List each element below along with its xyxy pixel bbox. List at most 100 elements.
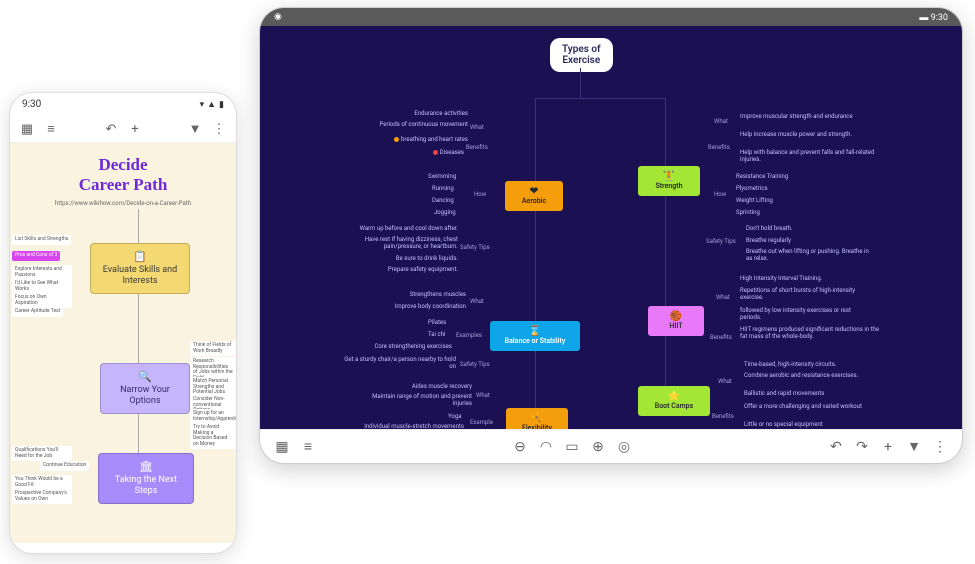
leaf[interactable]: Strengthens muscles bbox=[390, 292, 466, 299]
document-icon: 📋 bbox=[99, 250, 181, 263]
leaf[interactable]: Swimming bbox=[428, 174, 456, 181]
leaf[interactable]: Don't hold breath. bbox=[746, 226, 793, 233]
leaf[interactable]: Ballistic and rapid movements bbox=[744, 391, 824, 398]
grid-view-icon[interactable]: ▦ bbox=[274, 439, 290, 455]
leaf[interactable]: Be sure to drink liquids. bbox=[378, 256, 458, 263]
note[interactable]: You Think Would be a Good Fit bbox=[12, 475, 72, 490]
leaf[interactable]: Core strengthening exercises bbox=[370, 344, 452, 351]
add-icon[interactable]: + bbox=[128, 122, 142, 136]
leaf[interactable]: Maintain range of motion and prevent inj… bbox=[356, 394, 472, 408]
leaf[interactable]: Aides muscle recovery bbox=[392, 384, 472, 391]
leaf[interactable]: Diseases bbox=[416, 150, 464, 157]
list-view-icon[interactable]: ≡ bbox=[300, 439, 316, 455]
leaf[interactable]: Get a sturdy chair/a person nearby to ho… bbox=[338, 357, 456, 371]
note[interactable]: Career Aptitude Test bbox=[12, 307, 63, 317]
phone-status-icons: ▾ ▲ ▮ bbox=[200, 99, 224, 110]
node-hiit[interactable]: 🏀HIIT bbox=[648, 306, 704, 336]
leaf[interactable]: Plyometrics bbox=[736, 186, 768, 193]
note[interactable]: Prospective Company's Values on Own bbox=[12, 489, 72, 504]
note[interactable]: Pros and Cons of 3 bbox=[12, 251, 60, 261]
leaf[interactable]: Warm up before and cool down after. bbox=[348, 226, 458, 233]
format-icon[interactable]: ▼ bbox=[906, 439, 922, 455]
star-icon: ⭐ bbox=[648, 391, 700, 402]
leaf[interactable]: High Intensity Interval Training. bbox=[740, 276, 822, 283]
zoom-in-icon[interactable]: ⊕ bbox=[590, 439, 606, 455]
leaf[interactable]: Breathe out when lifting or pushing. Bre… bbox=[746, 249, 876, 263]
label-benefits: Benefits bbox=[708, 144, 730, 151]
add-icon[interactable]: + bbox=[880, 439, 896, 455]
leaf[interactable]: Have rest if having dizziness, chest pai… bbox=[348, 237, 458, 251]
leaf[interactable]: Offer a more challenging and varied work… bbox=[744, 404, 874, 411]
format-icon[interactable]: ▼ bbox=[188, 122, 202, 136]
leaf[interactable]: Time-based, high-intensity circuits. bbox=[744, 362, 836, 369]
battery-icon: ▮ bbox=[219, 100, 224, 110]
connector bbox=[535, 98, 665, 99]
tablet-mindmap-canvas[interactable]: Types of Exercise ❤Aerobic What Enduranc… bbox=[260, 26, 962, 429]
leaf[interactable]: Endurance activities bbox=[398, 111, 468, 118]
leaf[interactable]: Breathe regularly bbox=[746, 238, 791, 245]
zoom-out-icon[interactable]: ⊖ bbox=[512, 439, 528, 455]
leaf[interactable]: Periods of continuous movement bbox=[368, 122, 468, 129]
signal-icon: ▲ bbox=[207, 99, 216, 110]
leaf[interactable]: Improve muscular strength and endurance bbox=[740, 114, 860, 121]
node-aerobic[interactable]: ❤Aerobic bbox=[505, 181, 563, 211]
note[interactable]: Think of Fields of Work Broadly bbox=[190, 341, 236, 356]
node-next-steps[interactable]: 🏛Taking the Next Steps bbox=[98, 453, 194, 504]
leaf[interactable]: Improve body coordination bbox=[372, 304, 466, 311]
note[interactable]: Try to Avoid Making a Decision Based on … bbox=[190, 423, 236, 449]
dot-icon bbox=[394, 137, 399, 142]
note[interactable]: Continue Education bbox=[40, 461, 89, 471]
note[interactable]: Explore Interests and Passions bbox=[12, 265, 72, 280]
mindmap-title[interactable]: Decide Career Path bbox=[10, 143, 236, 200]
leaf[interactable]: Yoga bbox=[448, 414, 461, 421]
leaf[interactable]: Weight Lifting bbox=[736, 198, 773, 205]
leaf[interactable]: Combine aerobic and resistance exercises… bbox=[744, 373, 864, 380]
list-view-icon[interactable]: ≡ bbox=[44, 122, 58, 136]
leaf[interactable]: Tai chi bbox=[428, 332, 445, 339]
redo-icon[interactable]: ↷ bbox=[854, 439, 870, 455]
note[interactable]: Sign up for an Internship/Apprenticeship bbox=[190, 409, 236, 424]
center-icon[interactable]: ▭ bbox=[564, 439, 580, 455]
label-what: What bbox=[470, 124, 484, 131]
node-balance[interactable]: ⌛Balance or Stability bbox=[490, 321, 580, 351]
node-evaluate[interactable]: 📋Evaluate Skills and Interests bbox=[90, 243, 190, 294]
undo-icon[interactable]: ↶ bbox=[104, 122, 118, 136]
node-flexibility[interactable]: 🤸Flexibility bbox=[506, 408, 568, 429]
leaf[interactable]: Pilates bbox=[428, 320, 446, 327]
leaf[interactable]: Dancing bbox=[432, 198, 454, 205]
leaf[interactable]: Prepare safety equipment. bbox=[370, 267, 458, 274]
leaf[interactable]: followed by low intensity exercises or r… bbox=[740, 308, 870, 322]
leaf[interactable]: Little or no special equipment bbox=[744, 422, 823, 429]
node-narrow[interactable]: 🔍Narrow Your Options bbox=[100, 363, 190, 414]
node-strength[interactable]: 🏋Strength bbox=[638, 166, 700, 196]
label-what: What bbox=[714, 118, 728, 125]
leaf[interactable]: breathing and heart rates bbox=[360, 137, 468, 144]
note[interactable]: Focus on Own Aspiration bbox=[12, 293, 72, 308]
leaf[interactable]: Running bbox=[432, 186, 454, 193]
leaf[interactable]: Help increase muscle power and strength. bbox=[740, 132, 870, 139]
steps-icon: 🏛 bbox=[107, 460, 185, 473]
label-what: What bbox=[476, 392, 490, 399]
wifi-icon: ▾ bbox=[200, 100, 205, 110]
leaf[interactable]: Sprinting bbox=[736, 210, 760, 217]
tablet-device: ◉ ▬ 9:30 Types of Exercise ❤Aerobic What… bbox=[260, 8, 962, 463]
target-icon[interactable]: ◎ bbox=[616, 439, 632, 455]
leaf[interactable]: Repetitions of short bursts of high-inte… bbox=[740, 288, 864, 302]
leaf[interactable]: Help with balance and prevent falls and … bbox=[740, 150, 876, 164]
fit-icon[interactable]: ◠ bbox=[538, 439, 554, 455]
node-bootcamps[interactable]: ⭐Boot Camps bbox=[638, 386, 710, 416]
leaf[interactable]: Resistance Training bbox=[736, 174, 788, 181]
note[interactable]: I'd Like to See What Works bbox=[12, 279, 72, 294]
phone-mindmap-canvas[interactable]: Decide Career Path https://www.wikihow.c… bbox=[10, 143, 236, 543]
leaf[interactable]: Jogging bbox=[434, 210, 456, 217]
root-node[interactable]: Types of Exercise bbox=[550, 38, 613, 72]
more-icon[interactable]: ⋮ bbox=[212, 122, 226, 136]
more-icon[interactable]: ⋮ bbox=[932, 439, 948, 455]
note[interactable]: Qualifications You'll Need for the Job bbox=[12, 446, 72, 461]
note[interactable]: List Skills and Strengths bbox=[12, 235, 71, 245]
undo-icon[interactable]: ↶ bbox=[828, 439, 844, 455]
grid-view-icon[interactable]: ▦ bbox=[20, 122, 34, 136]
phone-time: 9:30 bbox=[22, 99, 41, 110]
leaf[interactable]: Individual muscle-stretch movements bbox=[352, 424, 464, 429]
leaf[interactable]: HIIT regimens produced significant reduc… bbox=[740, 327, 880, 341]
